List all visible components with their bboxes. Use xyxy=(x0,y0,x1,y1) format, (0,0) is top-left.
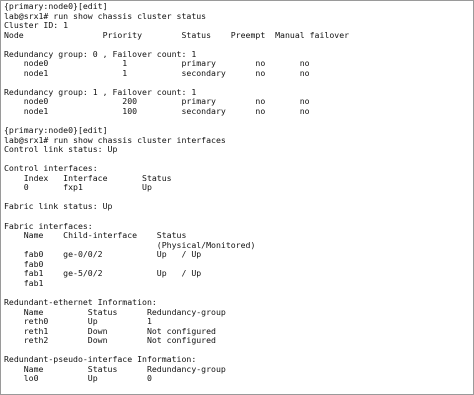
terminal-line: Control interfaces: xyxy=(4,164,98,174)
terminal-line: node0 200 primary no no xyxy=(4,97,310,107)
terminal-output: {primary:node0}[edit] lab@srx1# run show … xyxy=(4,2,472,394)
terminal-line: Name Status Redundancy-group xyxy=(4,307,226,317)
terminal-line: Redundancy group: 1 , Failover count: 1 xyxy=(4,87,197,97)
terminal-line: lab@srx1# run show chassis cluster statu… xyxy=(4,11,207,21)
terminal-line: fab1 xyxy=(4,278,44,288)
terminal-line: Redundant-ethernet Information: xyxy=(4,297,157,307)
terminal-line: 0 fxp1 Up xyxy=(4,183,152,193)
terminal-line: node0 1 primary no no xyxy=(4,59,310,69)
terminal-line: Fabric interfaces: xyxy=(4,221,93,231)
terminal-line: fab0 ge-0/0/2 Up / Up xyxy=(4,250,202,260)
terminal-line: fab0 xyxy=(4,259,44,269)
terminal-line: Redundancy group: 0 , Failover count: 1 xyxy=(4,49,197,59)
terminal-line: reth2 Down Not configured xyxy=(4,336,216,346)
terminal-line: {primary:node0}[edit] xyxy=(4,2,108,11)
terminal-line: Index Interface Status xyxy=(4,173,172,183)
terminal-window[interactable]: {primary:node0}[edit] lab@srx1# run show … xyxy=(0,0,474,395)
terminal-line: {primary:node0}[edit] xyxy=(4,126,108,136)
terminal-line: Node Priority Status Preempt Manual fail… xyxy=(4,30,350,40)
terminal-line: node1 1 secondary no no xyxy=(4,68,310,78)
terminal-line: Redundant-pseudo-interface Information: xyxy=(4,355,197,365)
terminal-line: lo0 Up 0 xyxy=(4,374,152,384)
terminal-line: Fabric link status: Up xyxy=(4,202,113,212)
terminal-line: Name Status Redundancy-group xyxy=(4,364,226,374)
terminal-line: reth0 Up 1 xyxy=(4,317,152,327)
terminal-line: lab@srx1# run show chassis cluster inter… xyxy=(4,135,226,145)
terminal-line: (Physical/Monitored) xyxy=(4,240,256,250)
terminal-line: node1 100 secondary no no xyxy=(4,107,310,117)
terminal-line: fab1 ge-5/0/2 Up / Up xyxy=(4,269,202,279)
terminal-line: Control link status: Up xyxy=(4,145,118,155)
terminal-line: Name Child-interface Status xyxy=(4,231,187,241)
terminal-line: Cluster ID: 1 xyxy=(4,21,69,31)
terminal-line: reth1 Down Not configured xyxy=(4,326,216,336)
